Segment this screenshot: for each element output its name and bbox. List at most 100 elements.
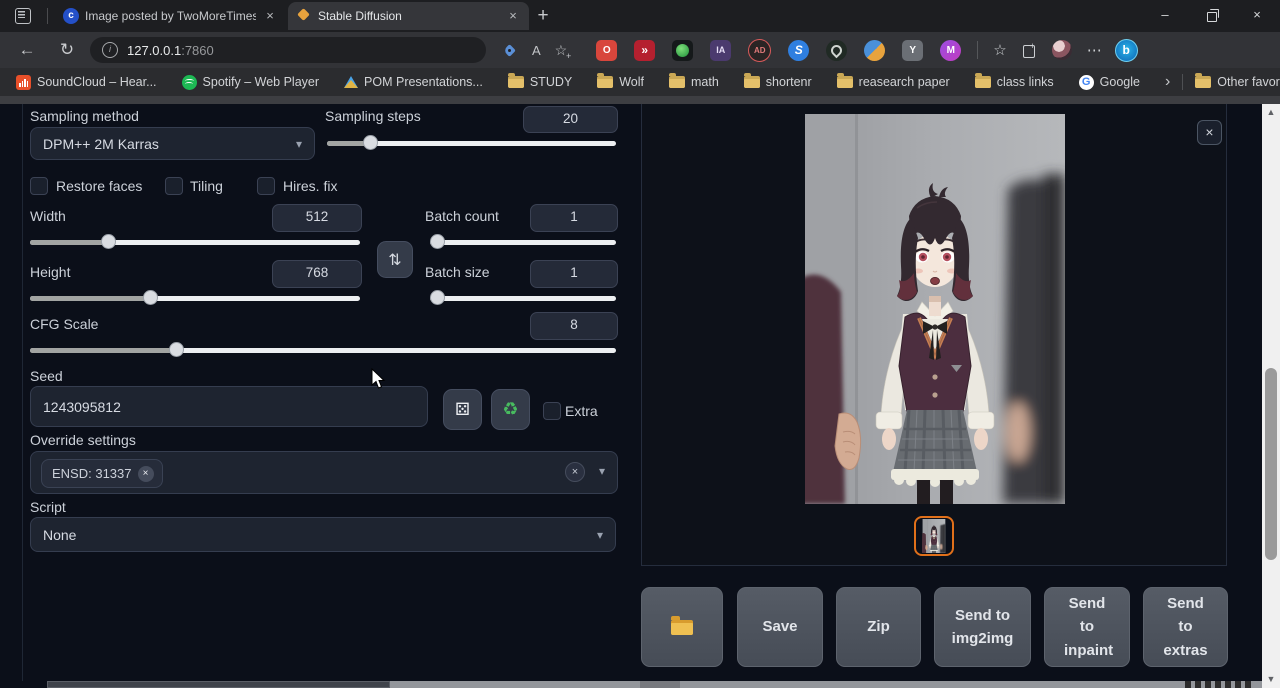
recycle-icon: ♻	[502, 399, 518, 420]
site-info-icon[interactable]: i	[102, 42, 118, 58]
slider-handle[interactable]	[101, 234, 116, 249]
send-to-extras-button[interactable]: Send to extras	[1143, 587, 1228, 667]
cfg-scale-label: CFG Scale	[30, 316, 98, 332]
add-favorite-icon[interactable]: ☆+	[555, 42, 568, 59]
script-dropdown[interactable]: None ▾	[30, 517, 616, 552]
double-arrow-extension-icon[interactable]: »	[634, 40, 655, 61]
generated-image[interactable]	[805, 114, 1065, 504]
bookmark-google[interactable]: GGoogle	[1079, 75, 1140, 90]
restore-faces-checkbox[interactable]	[30, 177, 48, 195]
read-aloud-icon[interactable]: A	[532, 43, 541, 58]
globe-extension-icon[interactable]	[864, 40, 885, 61]
bookmark-folder-class-links[interactable]: class links	[975, 75, 1054, 89]
address-bar[interactable]: i 127.0.0.1:7860	[90, 37, 486, 63]
other-favorites-folder[interactable]: Other favorites	[1195, 75, 1280, 89]
random-seed-button[interactable]: ⚄	[443, 389, 482, 430]
bookmark-pom[interactable]: POM Presentations...	[344, 75, 483, 89]
chip-remove-icon[interactable]: ×	[138, 466, 154, 482]
tab-image-posted[interactable]: c Image posted by TwoMoreTimes ×	[55, 2, 286, 30]
scrollbar-corner	[640, 681, 680, 688]
gallery-thumbnail-selected[interactable]	[914, 516, 954, 556]
slider-handle[interactable]	[430, 290, 445, 305]
slider-handle[interactable]	[143, 290, 158, 305]
collections-icon[interactable]	[1022, 42, 1038, 58]
sampling-steps-value[interactable]: 20	[523, 106, 618, 133]
refresh-icon[interactable]: ↻	[54, 40, 80, 60]
green-creature-extension-icon[interactable]	[672, 40, 693, 61]
restore-button[interactable]	[1188, 0, 1234, 32]
y-extension-icon[interactable]: Y	[902, 40, 923, 61]
sampling-method-dropdown[interactable]: DPM++ 2M Karras ▾	[30, 127, 315, 160]
tab-stable-diffusion[interactable]: Stable Diffusion ×	[288, 2, 529, 30]
tab-actions-icon[interactable]	[12, 6, 34, 26]
m-extension-icon[interactable]: M	[940, 40, 961, 61]
bing-chat-icon[interactable]: b	[1115, 39, 1138, 62]
left-gutter-line	[22, 104, 23, 681]
bookmark-folder-reasearch-paper[interactable]: reasearch paper	[837, 75, 950, 89]
more-menu-icon[interactable]: ⋯	[1087, 41, 1102, 59]
new-tab-button[interactable]: +	[530, 4, 556, 28]
close-window-button[interactable]: ×	[1234, 0, 1280, 32]
window-controls: – ×	[1142, 0, 1280, 32]
ad-blocker-extension-icon[interactable]: AD	[748, 39, 771, 62]
bookmark-folder-wolf[interactable]: Wolf	[597, 75, 644, 89]
ia-extension-icon[interactable]: IA	[710, 40, 731, 61]
slider-handle[interactable]	[169, 342, 184, 357]
batch-count-slider[interactable]	[430, 234, 616, 249]
override-chip-ensd[interactable]: ENSD: 31337 ×	[41, 459, 163, 488]
browser-toolbar: ← ↻ i 127.0.0.1:7860 A ☆+ O » IA AD S Y …	[0, 32, 1280, 68]
batch-size-value[interactable]: 1	[530, 260, 618, 288]
minimize-button[interactable]: –	[1142, 0, 1188, 32]
tag-icon[interactable]	[503, 43, 518, 58]
dice-icon: ⚄	[455, 400, 470, 420]
width-value[interactable]: 512	[272, 204, 362, 232]
open-folder-button[interactable]	[641, 587, 723, 667]
batch-count-value[interactable]: 1	[530, 204, 618, 232]
override-settings-box[interactable]: ENSD: 31337 × × ▾	[30, 451, 618, 494]
bookmarks-overflow-chevron-icon[interactable]: ›	[1165, 73, 1170, 91]
horizontal-scrollbar-thumb[interactable]	[47, 681, 390, 688]
map-pin-extension-icon[interactable]	[826, 40, 847, 61]
o-red-extension-icon[interactable]: O	[596, 40, 617, 61]
bookmark-soundcloud[interactable]: SoundCloud – Hear...	[16, 75, 157, 90]
slider-handle[interactable]	[363, 135, 378, 150]
extra-seed-checkbox[interactable]	[543, 402, 561, 420]
reuse-seed-button[interactable]: ♻	[491, 389, 530, 430]
batch-size-slider[interactable]	[430, 290, 616, 305]
horizontal-scrollbar[interactable]	[47, 681, 1262, 688]
save-button[interactable]: Save	[737, 587, 823, 667]
override-clear-icon[interactable]: ×	[565, 462, 585, 482]
swap-dimensions-button[interactable]: ⇅	[377, 241, 413, 278]
sampling-steps-slider[interactable]	[327, 135, 616, 150]
send-to-inpaint-button[interactable]: Send to inpaint	[1044, 587, 1130, 667]
favorites-star-icon[interactable]: ☆	[993, 41, 1006, 59]
tab-close-icon[interactable]: ×	[262, 8, 278, 24]
shazam-extension-icon[interactable]: S	[788, 40, 809, 61]
tab-favicon-gradio-icon	[296, 8, 312, 24]
tiling-checkbox[interactable]	[165, 177, 183, 195]
bookmark-folder-study[interactable]: STUDY	[508, 75, 572, 89]
width-slider[interactable]	[30, 234, 360, 249]
scroll-down-icon[interactable]: ▼	[1262, 671, 1280, 688]
scroll-up-icon[interactable]: ▲	[1262, 104, 1280, 121]
hires-fix-checkbox[interactable]	[257, 177, 275, 195]
send-to-img2img-button[interactable]: Send to img2img	[934, 587, 1031, 667]
vertical-scrollbar[interactable]: ▲ ▼	[1262, 104, 1280, 688]
google-icon: G	[1079, 75, 1094, 90]
cfg-scale-slider[interactable]	[30, 342, 616, 357]
close-gallery-icon[interactable]: ×	[1197, 120, 1222, 145]
bookmark-folder-math[interactable]: math	[669, 75, 719, 89]
cfg-scale-value[interactable]: 8	[530, 312, 618, 340]
scrollbar-thumb[interactable]	[1265, 368, 1277, 560]
tab-close-icon[interactable]: ×	[505, 8, 521, 24]
bookmark-folder-shortenr[interactable]: shortenr	[744, 75, 812, 89]
back-icon[interactable]: ←	[14, 40, 40, 60]
height-slider[interactable]	[30, 290, 360, 305]
override-settings-label: Override settings	[30, 432, 136, 448]
zip-button[interactable]: Zip	[836, 587, 921, 667]
height-value[interactable]: 768	[272, 260, 362, 288]
profile-avatar[interactable]	[1052, 40, 1072, 60]
bookmark-spotify[interactable]: Spotify – Web Player	[182, 75, 320, 90]
slider-handle[interactable]	[430, 234, 445, 249]
seed-input[interactable]	[30, 386, 428, 427]
